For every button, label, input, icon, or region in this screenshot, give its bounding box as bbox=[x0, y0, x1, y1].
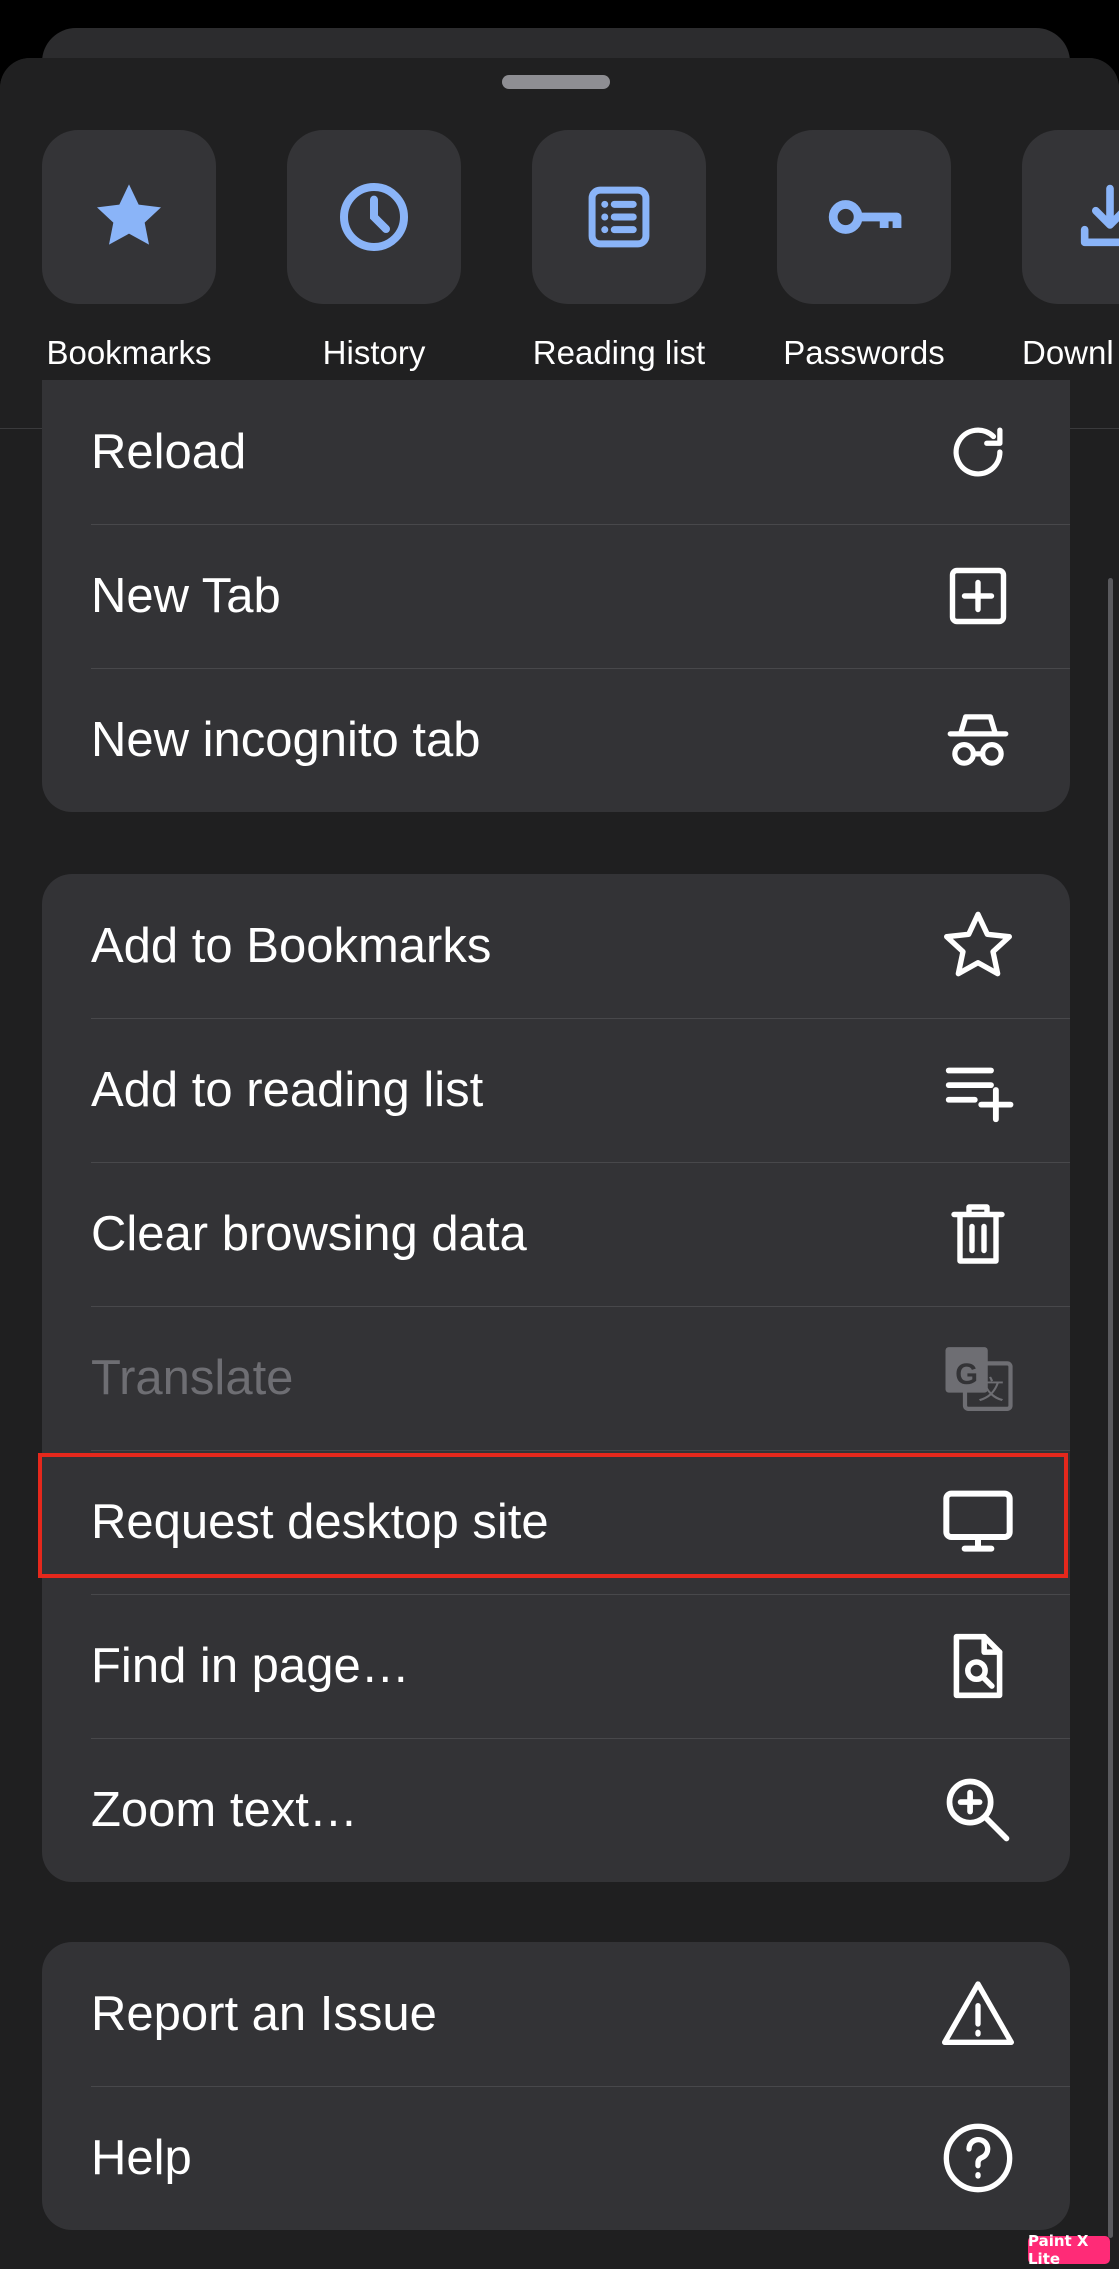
translate-label: Translate bbox=[91, 1351, 294, 1405]
help-icon bbox=[943, 2123, 1013, 2193]
history-tile bbox=[287, 130, 461, 304]
help-menu-item[interactable]: Help bbox=[42, 2086, 1070, 2230]
add-to-reading-list-menu-item[interactable]: Add to reading list bbox=[42, 1018, 1070, 1162]
zoom-text-label: Zoom text… bbox=[91, 1783, 358, 1837]
find-in-page-menu-item[interactable]: Find in page… bbox=[42, 1594, 1070, 1738]
clock-icon bbox=[340, 183, 408, 251]
history-button[interactable]: History bbox=[287, 130, 461, 371]
add-to-reading-list-label: Add to reading list bbox=[91, 1063, 484, 1117]
history-label: History bbox=[322, 334, 426, 371]
request-desktop-site-menu-item[interactable]: Request desktop site bbox=[42, 1450, 1070, 1594]
key-icon bbox=[828, 200, 902, 234]
star-icon bbox=[97, 184, 161, 245]
quick-actions-bar: Bookmarks History Reading list Passwords bbox=[0, 58, 1119, 429]
passwords-label: Passwords bbox=[783, 334, 945, 371]
clear-browsing-data-menu-item[interactable]: Clear browsing data bbox=[42, 1162, 1070, 1306]
warning-icon bbox=[942, 1981, 1014, 2045]
find-in-page-label: Find in page… bbox=[91, 1639, 410, 1693]
bookmarks-tile bbox=[42, 130, 216, 304]
menu-group-page-actions: Add to Bookmarks Add to reading list Cle… bbox=[42, 874, 1070, 1882]
new-tab-menu-item[interactable]: New Tab bbox=[42, 524, 1070, 668]
bookmarks-label: Bookmarks bbox=[46, 334, 212, 371]
translate-menu-item[interactable]: Translate G文 bbox=[42, 1306, 1070, 1450]
help-label: Help bbox=[91, 2131, 192, 2185]
bookmarks-button[interactable]: Bookmarks bbox=[42, 130, 216, 371]
download-icon bbox=[1080, 184, 1119, 247]
report-an-issue-label: Report an Issue bbox=[91, 1987, 437, 2041]
find-in-page-icon bbox=[953, 1633, 1003, 1699]
menu-group-support: Report an Issue Help bbox=[42, 1942, 1070, 2230]
watermark-badge: Paint X Lite bbox=[1028, 2232, 1110, 2268]
add-to-bookmarks-label: Add to Bookmarks bbox=[91, 919, 492, 973]
menu-group-tabs: Reload New Tab New incognito tab bbox=[42, 380, 1070, 812]
downloads-button[interactable]: Downl bbox=[1022, 130, 1119, 371]
add-to-list-icon bbox=[945, 1067, 1014, 1123]
svg-text:文: 文 bbox=[978, 1376, 1004, 1406]
incognito-icon bbox=[947, 714, 1009, 766]
star-outline-icon bbox=[944, 911, 1012, 977]
new-tab-label: New Tab bbox=[91, 569, 281, 623]
reload-menu-item[interactable]: Reload bbox=[42, 380, 1070, 524]
passwords-tile bbox=[777, 130, 951, 304]
add-to-bookmarks-menu-item[interactable]: Add to Bookmarks bbox=[42, 874, 1070, 1018]
translate-icon: G文 bbox=[945, 1347, 1013, 1411]
reading-list-icon bbox=[588, 186, 650, 248]
new-tab-icon bbox=[949, 567, 1007, 625]
downloads-tile bbox=[1022, 130, 1119, 304]
reading-list-button[interactable]: Reading list bbox=[532, 130, 706, 371]
drag-handle[interactable] bbox=[502, 75, 610, 89]
reading-list-tile bbox=[532, 130, 706, 304]
trash-icon bbox=[951, 1204, 1005, 1264]
downloads-label: Downl bbox=[1022, 334, 1114, 371]
report-an-issue-menu-item[interactable]: Report an Issue bbox=[42, 1942, 1070, 2086]
zoom-text-menu-item[interactable]: Zoom text… bbox=[42, 1738, 1070, 1882]
new-incognito-tab-menu-item[interactable]: New incognito tab bbox=[42, 668, 1070, 812]
reload-label: Reload bbox=[91, 425, 247, 479]
passwords-button[interactable]: Passwords bbox=[777, 130, 951, 371]
svg-text:G: G bbox=[955, 1359, 978, 1391]
desktop-icon bbox=[943, 1490, 1013, 1552]
reading-list-label: Reading list bbox=[532, 334, 706, 371]
clear-browsing-data-label: Clear browsing data bbox=[91, 1207, 527, 1261]
scrollbar[interactable] bbox=[1108, 578, 1113, 2238]
new-incognito-tab-label: New incognito tab bbox=[91, 713, 481, 767]
request-desktop-site-label: Request desktop site bbox=[91, 1495, 549, 1549]
zoom-in-icon bbox=[946, 1778, 1010, 1842]
reload-icon bbox=[953, 427, 1003, 477]
